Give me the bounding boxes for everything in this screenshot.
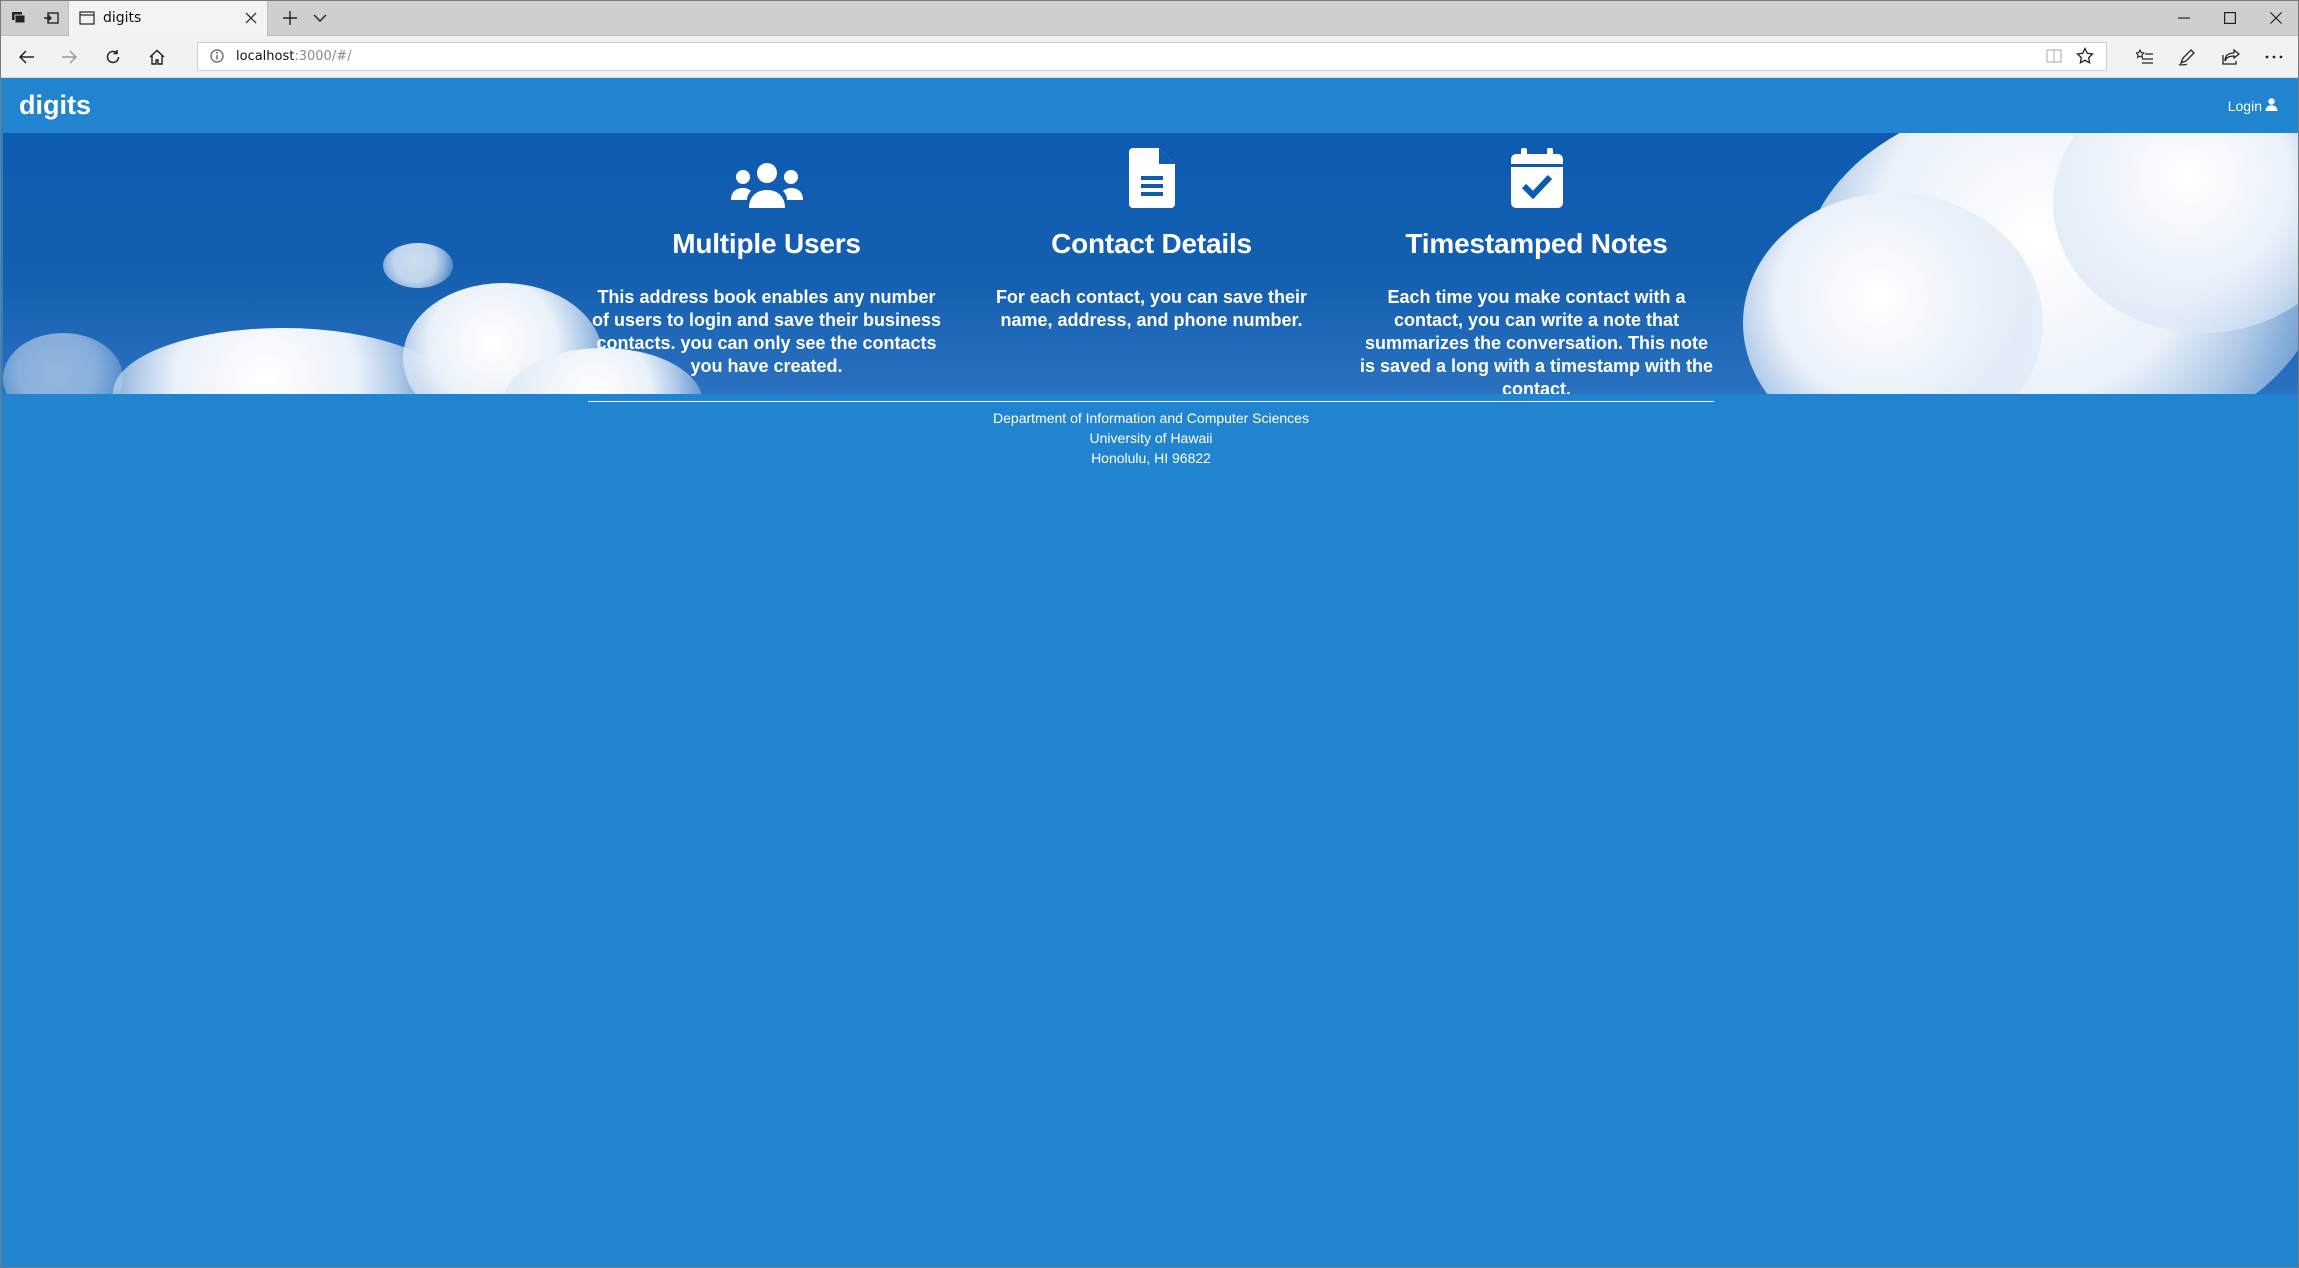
feature-description: This address book enables any number of … (591, 287, 942, 376)
page-icon (79, 11, 95, 30)
url-text: localhost:3000/#/ (236, 49, 351, 64)
tab-strip: digits (1, 1, 2298, 36)
feature-multiple-users: Multiple Users This address book enables… (589, 133, 944, 378)
browser-toolbar: localhost:3000/#/ (1, 36, 2298, 78)
info-icon[interactable] (210, 49, 224, 68)
footer-university: University of Hawaii (1089, 430, 1213, 446)
app-navbar: digits Login (3, 78, 2298, 133)
feature-title: Contact Details (1051, 228, 1252, 259)
feature-contact-details: Contact Details For each contact, you ca… (974, 133, 1329, 332)
forward-arrow-icon[interactable] (53, 43, 85, 71)
minimize-icon[interactable] (2161, 1, 2207, 35)
users-icon (589, 133, 944, 208)
feature-title: Multiple Users (672, 228, 861, 259)
set-tabs-aside-icon[interactable] (37, 6, 65, 30)
pen-icon[interactable] (2171, 43, 2203, 71)
more-menu-icon[interactable] (2258, 43, 2290, 71)
feature-description: Each time you make contact with a contac… (1359, 287, 1714, 394)
home-icon[interactable] (141, 43, 173, 71)
feature-description: For each contact, you can save their nam… (995, 287, 1308, 330)
calendar-check-icon (1359, 133, 1714, 208)
close-tab-icon[interactable] (243, 10, 259, 26)
new-tab-icon[interactable] (276, 6, 304, 30)
cloud-image (383, 243, 453, 288)
favorite-star-icon[interactable] (2076, 46, 2094, 70)
brand-logo[interactable]: digits (19, 90, 91, 121)
reading-view-icon[interactable] (2046, 49, 2062, 68)
cloud-image (113, 328, 453, 394)
login-label: Login (2227, 98, 2262, 114)
feature-title: Timestamped Notes (1405, 228, 1668, 259)
refresh-icon[interactable] (97, 43, 129, 71)
url-host: localhost (236, 49, 295, 64)
address-bar[interactable]: localhost:3000/#/ (197, 42, 2107, 71)
chevron-down-icon[interactable] (306, 6, 334, 30)
footer-address: Honolulu, HI 96822 (1091, 450, 1211, 466)
tab-actions-icon[interactable] (5, 6, 33, 30)
hero-section: Multiple Users This address book enables… (3, 133, 2298, 394)
cloud-image (3, 333, 123, 394)
share-icon[interactable] (2215, 43, 2247, 71)
favorites-list-icon[interactable] (2129, 43, 2161, 71)
page-footer: Department of Information and Computer S… (588, 401, 1714, 468)
footer-department: Department of Information and Computer S… (993, 410, 1309, 426)
url-path: :3000/#/ (294, 49, 352, 64)
file-icon (974, 133, 1329, 208)
maximize-icon[interactable] (2207, 1, 2253, 35)
feature-timestamped-notes: Timestamped Notes Each time you make con… (1359, 133, 1714, 394)
features-row: Multiple Users This address book enables… (589, 133, 1715, 394)
back-arrow-icon[interactable] (11, 43, 43, 71)
tab-title: digits (103, 10, 142, 26)
browser-tab[interactable]: digits (68, 1, 268, 36)
close-window-icon[interactable] (2253, 1, 2298, 35)
user-icon (2265, 98, 2278, 114)
login-link[interactable]: Login (2228, 98, 2278, 114)
browser-window: digits localhost:3000/#/ digits Login Mu… (0, 0, 2299, 1268)
